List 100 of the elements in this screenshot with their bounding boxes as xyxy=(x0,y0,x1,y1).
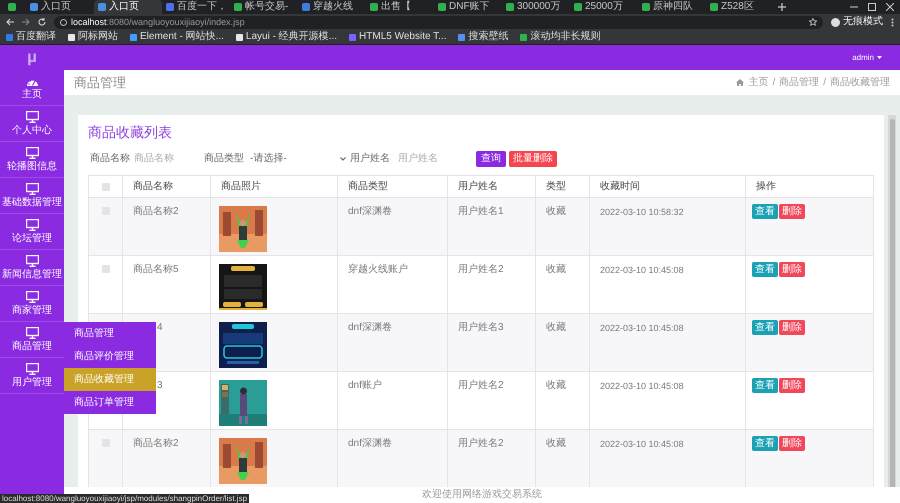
filter-label: 商品名称 xyxy=(90,153,130,165)
column-header: 类型 xyxy=(546,180,566,192)
table-cell: 收藏 xyxy=(546,322,566,333)
forward-icon[interactable] xyxy=(22,18,30,26)
table-cell: 2022-03-10 10:45:08 xyxy=(600,323,684,333)
tab-title: 帐号交易- xyxy=(245,1,288,13)
view-button[interactable]: 查看 xyxy=(752,320,778,335)
browser-tab[interactable]: 25000万 xyxy=(570,0,638,14)
site-icon xyxy=(642,3,650,11)
bookmark[interactable]: Element - 网站快... xyxy=(140,31,224,43)
app-logo: μ xyxy=(26,48,38,68)
filter-label: 用户姓名 xyxy=(350,153,390,165)
browser-tab[interactable]: Z528区 xyxy=(706,0,774,14)
browser-tab[interactable]: 穿越火线 xyxy=(298,0,366,14)
delete-button[interactable]: 删除 xyxy=(779,262,805,277)
close-icon[interactable] xyxy=(886,3,894,11)
table-cell: 用户姓名3 xyxy=(458,322,504,333)
site-icon xyxy=(302,3,310,11)
bookmark[interactable]: 阿标网站 xyxy=(78,31,118,43)
search-button[interactable]: 查询 xyxy=(476,151,506,167)
checkbox[interactable] xyxy=(102,182,110,190)
delete-button[interactable]: 删除 xyxy=(779,436,805,451)
table-cell: dnf深渊卷 xyxy=(348,206,392,217)
info-icon xyxy=(60,18,67,26)
submenu-item[interactable]: 商品管理 xyxy=(64,322,156,345)
browser-tab[interactable]: 入口页 xyxy=(94,0,162,14)
scrollbar[interactable] xyxy=(888,115,896,487)
breadcrumb-separator: / xyxy=(823,76,826,88)
column-header: 商品照片 xyxy=(221,180,261,192)
tab-title: 穿越火线 xyxy=(313,1,353,13)
maximize-icon[interactable] xyxy=(868,3,876,11)
table-cell: 2022-03-10 10:45:08 xyxy=(600,439,684,449)
tab-title: 入口页 xyxy=(41,1,71,13)
menu-icon[interactable] xyxy=(891,18,894,26)
table-cell: 4 xyxy=(157,322,163,333)
delete-button[interactable]: 删除 xyxy=(779,204,805,219)
caret-icon xyxy=(877,56,882,59)
bookmark[interactable]: Layui - 经典开源模... xyxy=(246,31,338,43)
browser-tab[interactable]: 入口页 xyxy=(26,0,94,14)
view-button[interactable]: 查看 xyxy=(752,262,778,277)
address-field[interactable]: localhost:8080/wangluoyouxijiaoyi/index.jsp xyxy=(54,16,823,28)
site-icon xyxy=(438,3,446,11)
monitor-icon xyxy=(26,111,38,123)
breadcrumb-separator: / xyxy=(772,76,776,88)
table-cell: 商品名称2 xyxy=(133,206,179,217)
star-icon[interactable] xyxy=(809,18,817,26)
delete-button[interactable]: 删除 xyxy=(779,320,805,335)
site-icon xyxy=(234,3,242,11)
new-tab-icon[interactable] xyxy=(778,3,786,11)
bookmark-icon xyxy=(6,34,13,40)
bookmark-icon xyxy=(68,34,75,40)
column-header: 操作 xyxy=(756,180,776,192)
bookmark-icon xyxy=(130,34,137,40)
browser-tab[interactable]: 帐号交易- xyxy=(230,0,298,14)
view-button[interactable]: 查看 xyxy=(752,378,778,393)
home-icon xyxy=(736,79,744,86)
bookmark-icon xyxy=(236,34,243,40)
monitor-icon xyxy=(26,291,38,303)
user-menu[interactable]: admin xyxy=(852,52,882,62)
table-cell: 收藏 xyxy=(546,264,566,275)
back-icon[interactable] xyxy=(6,18,14,26)
incognito-icon[interactable] xyxy=(831,18,840,26)
browser-tab[interactable]: 原神四队 xyxy=(638,0,706,14)
tab-title: 300000万 xyxy=(517,1,560,13)
table-cell: 3 xyxy=(157,380,163,391)
view-button[interactable]: 查看 xyxy=(752,436,778,451)
reload-icon[interactable] xyxy=(38,18,46,26)
browser-tab[interactable]: DNF账下 xyxy=(434,0,502,14)
submenu-item[interactable]: 商品订单管理 xyxy=(64,391,156,414)
bookmark[interactable]: 滚动均非长规则 xyxy=(530,31,600,43)
browser-tab[interactable]: 出售【 xyxy=(366,0,434,14)
browser-tab[interactable]: 百度一下， xyxy=(162,0,230,14)
monitor-icon xyxy=(26,219,38,231)
tab-title: DNF账下 xyxy=(449,1,490,13)
batch-delete-button[interactable]: 批量删除 xyxy=(509,151,557,167)
view-button[interactable]: 查看 xyxy=(752,204,778,219)
site-icon xyxy=(370,3,378,11)
table-cell: 商品名称2 xyxy=(133,438,179,449)
table-cell: 2022-03-10 10:58:32 xyxy=(600,207,684,217)
site-icon xyxy=(166,3,174,11)
tab-title: Z528区 xyxy=(721,1,754,13)
table-cell: 用户姓名1 xyxy=(458,206,504,217)
bookmark[interactable]: HTML5 Website T... xyxy=(359,31,446,43)
bookmark[interactable]: 搜索壁纸 xyxy=(468,31,508,43)
site-icon xyxy=(98,3,106,11)
checkbox[interactable] xyxy=(102,265,110,273)
browser-tab[interactable]: 300000万 xyxy=(502,0,570,14)
monitor-icon xyxy=(26,255,38,267)
monitor-icon xyxy=(26,147,38,159)
site-icon xyxy=(506,3,514,11)
type-select[interactable]: -请选择- xyxy=(250,153,346,165)
site-icon xyxy=(8,3,16,11)
table-cell: 用户姓名2 xyxy=(458,380,504,391)
filter-label: 商品类型 xyxy=(204,153,244,165)
table-cell: 穿越火线账户 xyxy=(348,264,408,275)
profile-label[interactable]: 无痕模式 xyxy=(843,16,883,28)
delete-button[interactable]: 删除 xyxy=(779,378,805,393)
bookmark[interactable]: 百度翻译 xyxy=(16,31,56,43)
submenu-item[interactable]: 商品评价管理 xyxy=(64,345,156,368)
table-cell: 商品名称5 xyxy=(133,264,179,275)
